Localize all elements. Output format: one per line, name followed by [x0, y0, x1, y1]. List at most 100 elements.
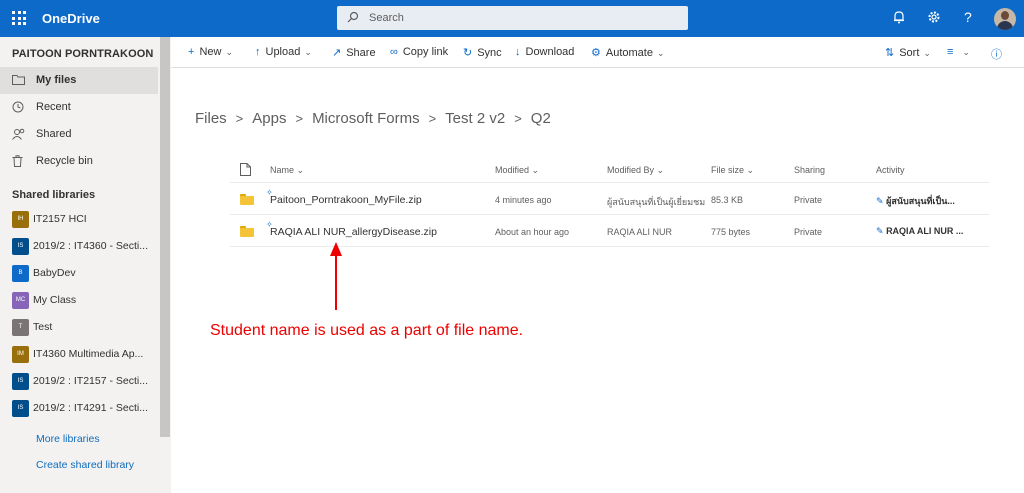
upload-label: Upload [265, 46, 301, 58]
sort-button[interactable]: ⇅ Sort ⌄ [885, 46, 931, 59]
chevron-down-icon: ⌄ [656, 48, 665, 58]
file-type-icon[interactable] [240, 163, 251, 178]
sharing-cell[interactable]: Private [794, 195, 822, 205]
sync-button[interactable]: ↻ Sync [463, 46, 502, 59]
sidebar-library-item[interactable]: IS 2019/2 : IT4291 - Secti... [0, 395, 158, 422]
table-row[interactable]: ✧ RAQIA ALI NUR_allergyDisease.zip About… [230, 215, 989, 247]
sidebar-item-label: My files [36, 74, 77, 86]
modified-by-cell[interactable]: RAQIA ALI NUR [607, 227, 672, 237]
sidebar-item-recycle-bin[interactable]: Recycle bin [0, 148, 158, 175]
chevron-down-icon: ⌄ [225, 47, 233, 57]
breadcrumb-item[interactable]: Test 2 v2 [445, 110, 505, 127]
library-label: 2019/2 : IT4360 - Secti... [33, 240, 148, 252]
bell-icon[interactable] [893, 10, 905, 26]
new-button[interactable]: + New ⌄ [188, 46, 233, 58]
file-size-cell: 775 bytes [711, 227, 751, 237]
chevron-down-icon: ⌄ [531, 165, 540, 175]
sidebar-library-item[interactable]: IH IT2157 HCI [0, 206, 158, 233]
library-label: BabyDev [33, 267, 76, 279]
sidebar-item-my-files[interactable]: My files [0, 67, 158, 94]
modified-cell: 4 minutes ago [495, 195, 552, 205]
chevron-down-icon: ⌄ [962, 47, 970, 57]
library-badge: B [12, 265, 29, 282]
sidebar-library-item[interactable]: IM IT4360 Multimedia Ap... [0, 341, 158, 368]
library-label: 2019/2 : IT2157 - Secti... [33, 375, 148, 387]
column-header-modified-by[interactable]: Modified By ⌄ [607, 165, 664, 176]
column-label: Activity [876, 165, 905, 175]
info-icon: ⓘ [991, 49, 1002, 61]
library-badge: IS [12, 400, 29, 417]
automate-label: Automate [605, 47, 653, 59]
upload-button[interactable]: ↑ Upload ⌄ [255, 46, 312, 58]
automate-button[interactable]: ⚙ Automate ⌄ [591, 46, 665, 59]
sidebar-library-item[interactable]: B BabyDev [0, 260, 158, 287]
sidebar-library-item[interactable]: MC My Class [0, 287, 158, 314]
breadcrumb-item[interactable]: Files [195, 110, 227, 127]
share-button[interactable]: ↗ Share [332, 46, 376, 59]
download-button[interactable]: ↓ Download [515, 46, 574, 58]
sidebar-library-item[interactable]: T Test [0, 314, 158, 341]
breadcrumb-item[interactable]: Apps [252, 110, 286, 127]
library-label: My Class [33, 294, 77, 306]
help-icon[interactable]: ? [964, 10, 972, 24]
column-header-activity[interactable]: Activity [876, 165, 905, 175]
automate-icon: ⚙ [591, 47, 601, 59]
more-libraries-link[interactable]: More libraries [36, 433, 100, 445]
activity-text: ผู้สนับสนุนที่เป็น... [886, 196, 955, 206]
file-name-link[interactable]: RAQIA ALI NUR_allergyDisease.zip [270, 226, 437, 238]
library-badge: MC [12, 292, 29, 309]
sidebar-item-shared[interactable]: Shared [0, 121, 158, 148]
search-icon [347, 11, 359, 26]
library-label: IT4360 Multimedia Ap... [33, 348, 144, 360]
file-name-link[interactable]: Paitoon_Porntrakoon_MyFile.zip [270, 194, 422, 206]
library-badge: T [12, 319, 29, 336]
sidebar-item-label: Shared [36, 128, 72, 140]
waffle-icon[interactable] [12, 11, 26, 25]
column-header-sharing[interactable]: Sharing [794, 165, 825, 175]
activity-text: RAQIA ALI NUR ... [886, 226, 964, 236]
library-badge: IM [12, 346, 29, 363]
annotation-arrow-head [330, 242, 342, 256]
download-icon: ↓ [515, 46, 521, 58]
info-button[interactable]: ⓘ [991, 46, 1007, 62]
plus-icon: + [188, 46, 195, 58]
modified-cell: About an hour ago [495, 227, 570, 237]
activity-cell[interactable]: ✎ ผู้สนับสนุนที่เป็น... [876, 194, 955, 208]
view-options-button[interactable]: ≡ ⌄ [947, 46, 970, 58]
column-header-name[interactable]: Name ⌄ [270, 165, 304, 176]
sort-icon: ⇅ [885, 47, 895, 59]
column-label: File size [711, 165, 745, 175]
chevron-down-icon: ⌄ [746, 165, 755, 175]
chevron-down-icon: ⌄ [656, 165, 665, 175]
chevron-right-icon: > [235, 111, 244, 126]
activity-cell[interactable]: ✎ RAQIA ALI NUR ... [876, 226, 963, 237]
gear-icon[interactable] [927, 10, 941, 26]
annotation-text: Student name is used as a part of file n… [210, 322, 524, 339]
create-shared-library-link[interactable]: Create shared library [36, 459, 134, 471]
sidebar-library-item[interactable]: IS 2019/2 : IT2157 - Secti... [0, 368, 158, 395]
breadcrumb-item[interactable]: Microsoft Forms [312, 110, 420, 127]
folder-icon [12, 74, 25, 86]
sidebar-item-recent[interactable]: Recent [0, 94, 158, 121]
avatar[interactable] [994, 8, 1016, 30]
copy-link-label: Copy link [402, 46, 449, 58]
pencil-icon: ✎ [876, 226, 884, 236]
column-header-modified[interactable]: Modified ⌄ [495, 165, 539, 176]
sidebar-item-label: Recent [36, 101, 71, 113]
column-label: Modified [495, 165, 530, 175]
sharing-cell[interactable]: Private [794, 227, 822, 237]
copy-link-button[interactable]: ∞ Copy link [390, 46, 448, 58]
app-title[interactable]: OneDrive [42, 11, 100, 26]
column-label: Sharing [794, 165, 826, 175]
column-label: Modified By [607, 165, 655, 175]
modified-by-cell[interactable]: ผู้สนับสนุนที่เป็นผู้เยี่ยมชม [607, 195, 705, 209]
table-row[interactable]: ✧ Paitoon_Porntrakoon_MyFile.zip 4 minut… [230, 183, 989, 215]
sidebar-scrollbar[interactable] [160, 37, 170, 437]
column-header-file-size[interactable]: File size ⌄ [711, 165, 754, 176]
command-bar: + New ⌄ ↑ Upload ⌄ ↗ Share ∞ Copy link ↻ Sync ↓… [171, 37, 1024, 67]
sidebar-library-item[interactable]: IS 2019/2 : IT4360 - Secti... [0, 233, 158, 260]
sync-label: Sync [477, 47, 502, 59]
search-box[interactable]: Search [337, 6, 688, 30]
library-label: IT2157 HCI [33, 213, 87, 225]
sidebar: PAITOON PORNTRAKOON My files Recent Shar… [0, 37, 171, 493]
